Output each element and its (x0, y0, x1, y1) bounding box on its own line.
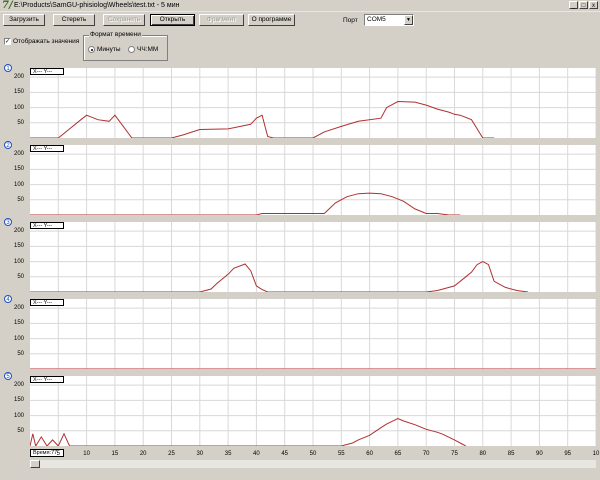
window-controls: _ □ x (569, 1, 598, 9)
y-tick-label: 100 (13, 181, 24, 188)
y-tick-label: 50 (17, 119, 24, 126)
channel-plot[interactable]: X--- Y--- (30, 299, 596, 369)
x-tick-label: 35 (224, 451, 232, 457)
channel-plot[interactable]: X--- Y--- (30, 145, 596, 215)
horizontal-scrollbar[interactable] (30, 460, 596, 468)
channel-number-badge: 4 (4, 295, 12, 303)
close-icon[interactable]: x (589, 1, 598, 9)
x-tick-label: 95 (564, 451, 572, 457)
show-values-option[interactable]: ✓ Отображать значения (4, 37, 79, 46)
y-tick-label: 50 (17, 273, 24, 280)
y-tick-label: 150 (13, 166, 24, 173)
time-format-legend: Формат времени (89, 31, 142, 38)
y-tick-label: 200 (13, 228, 24, 235)
y-tick-label: 100 (13, 412, 24, 419)
x-tick-label: 55 (337, 451, 345, 457)
plot-canvas (30, 145, 596, 215)
y-tick-label: 200 (13, 151, 24, 158)
x-tick-label: 85 (507, 451, 515, 457)
data-series-line (30, 418, 467, 446)
app-icon: 7/ (2, 0, 13, 11)
hhmm-label: ЧЧ:ММ (137, 46, 159, 54)
x-tick-label: 15 (111, 451, 119, 457)
y-tick-label: 100 (13, 258, 24, 265)
channel-number-badge: 1 (4, 64, 12, 72)
channel-panel: 4 200 150 100 50 X--- Y--- (4, 295, 596, 369)
x-tick-label: 30 (196, 451, 204, 457)
window-title: E:\Products\SamGU-phisiolog\Wheels\test.… (14, 2, 180, 9)
show-values-label: Отображать значения (13, 38, 80, 45)
y-tick-label: 150 (13, 320, 24, 327)
x-tick-label: 90 (536, 451, 543, 457)
y-tick-label: 50 (17, 350, 24, 357)
channel-panel: 2 200 150 100 50 X--- Y--- (4, 141, 596, 215)
maximize-icon[interactable]: □ (579, 1, 588, 9)
x-tick-label: 50 (309, 451, 317, 457)
port-label: Порт (343, 17, 358, 24)
plot-canvas (30, 222, 596, 292)
y-tick-label: 200 (13, 305, 24, 312)
chevron-down-icon[interactable]: ▼ (404, 15, 413, 25)
coordinate-readout: X--- Y--- (30, 299, 64, 306)
load-button[interactable]: Загрузить (3, 14, 45, 26)
x-tick-label: 45 (281, 451, 289, 457)
fragment-button[interactable]: Фрагмент (199, 14, 244, 26)
channel-number-badge: 3 (4, 218, 12, 226)
x-tick-label: 60 (366, 451, 373, 457)
scrollbar-thumb[interactable] (30, 460, 40, 468)
x-tick-label: 80 (479, 451, 487, 457)
port-select[interactable]: COM5 ▼ (364, 14, 414, 26)
open-button[interactable]: Открыть (150, 14, 195, 26)
erase-button[interactable]: Стереть (53, 14, 95, 26)
x-tick-label: 75 (451, 451, 458, 457)
data-series-line (30, 100, 495, 138)
minutes-radio[interactable]: Минуты (88, 46, 121, 53)
x-tick-label: 20 (139, 451, 147, 457)
channel-plot[interactable]: X--- Y--- (30, 376, 596, 446)
time-format-group: Формат времени Минуты ЧЧ:ММ (83, 31, 168, 61)
plot-canvas (30, 376, 596, 446)
coordinate-readout: X--- Y--- (30, 376, 64, 383)
show-values-checkbox[interactable]: ✓ (4, 37, 11, 45)
y-tick-label: 50 (17, 427, 24, 434)
channel-plot[interactable]: X--- Y--- (30, 68, 596, 138)
y-tick-label: 150 (13, 397, 24, 404)
minutes-radio-dot[interactable] (88, 46, 95, 53)
channel-plot[interactable]: X--- Y--- (30, 222, 596, 292)
plot-canvas (30, 299, 596, 369)
coordinate-readout: X--- Y--- (30, 222, 64, 229)
y-tick-label: 200 (13, 74, 24, 81)
coordinate-readout: X--- Y--- (30, 68, 64, 75)
data-series-line (30, 192, 461, 215)
channel-number-badge: 5 (4, 372, 12, 380)
hhmm-radio[interactable]: ЧЧ:ММ (128, 46, 158, 53)
minutes-label: Минуты (97, 46, 121, 54)
y-tick-label: 50 (17, 196, 24, 203)
x-tick-label: 40 (253, 451, 260, 457)
y-tick-label: 200 (13, 382, 24, 389)
x-tick-label: 70 (422, 451, 430, 457)
channel-panel: 5 200 150 100 50 X--- Y--- (4, 372, 596, 446)
about-button[interactable]: О программе (248, 14, 295, 26)
toolbar: Загрузить Стереть Сохранить Открыть Фраг… (0, 11, 600, 63)
channel-panel: 1 200 150 100 50 X--- Y--- (4, 64, 596, 138)
x-tick-label: 10 (592, 451, 600, 457)
y-tick-label: 100 (13, 104, 24, 111)
minimize-icon[interactable]: _ (569, 1, 578, 9)
y-tick-label: 150 (13, 89, 24, 96)
y-tick-label: 150 (13, 243, 24, 250)
hhmm-radio-dot[interactable] (128, 46, 135, 53)
port-value: COM5 (367, 16, 386, 23)
x-tick-label: 10 (83, 451, 90, 457)
save-button[interactable]: Сохранить (103, 14, 145, 26)
plot-canvas (30, 68, 596, 138)
channel-number-badge: 2 (4, 141, 12, 149)
x-tick-label: 5 (56, 451, 60, 457)
x-tick-label: 65 (394, 451, 402, 457)
channel-panel: 3 200 150 100 50 X--- Y--- (4, 218, 596, 292)
y-tick-label: 100 (13, 335, 24, 342)
coordinate-readout: X--- Y--- (30, 145, 64, 152)
x-tick-label: 25 (168, 451, 175, 457)
